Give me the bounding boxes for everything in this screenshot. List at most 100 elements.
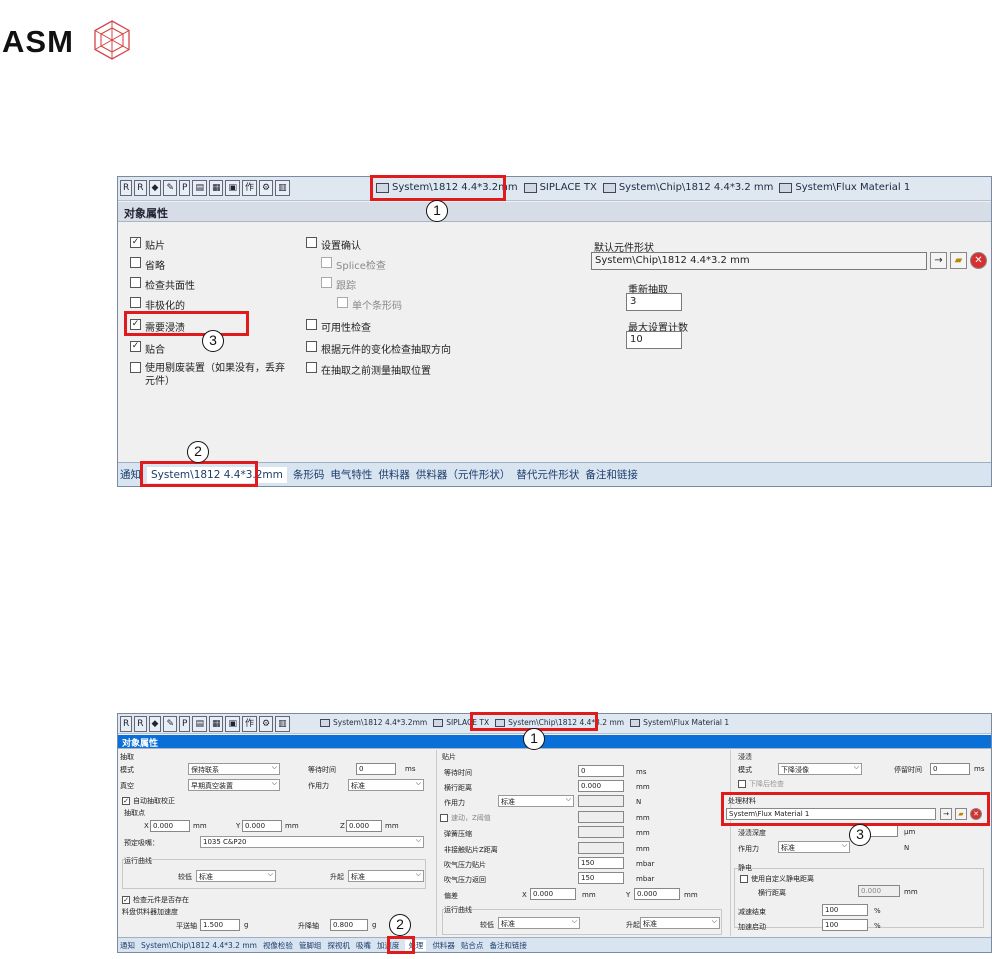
checkbox-non-polarized[interactable]: 非极化的 — [130, 297, 185, 312]
toolbar-icon-5[interactable]: P — [179, 180, 191, 196]
pick-mode-select[interactable]: 保持联系 — [188, 763, 280, 775]
default-shape-field[interactable]: System\Chip\1812 4.4*3.2 mm — [591, 252, 927, 270]
checkbox-tracking[interactable]: 跟踪 — [321, 277, 356, 292]
offset-x-input[interactable]: 0.000 — [530, 888, 576, 900]
checkbox-box[interactable] — [321, 277, 332, 288]
checkbox-box[interactable] — [440, 814, 448, 822]
checkbox-speed-z[interactable]: 速动，Z阈值 — [440, 813, 491, 823]
tab-flux-material[interactable]: System\Flux Material 1 — [630, 718, 729, 727]
toolbar-icon-11[interactable]: ▥ — [275, 180, 290, 196]
vacuum-select[interactable]: 早期真空装置 — [188, 779, 280, 791]
checkbox-place[interactable]: ✓ 贴片 — [130, 237, 165, 252]
place-wait-input[interactable]: 0 — [578, 765, 624, 777]
pick-raise-select[interactable]: 标准 — [348, 870, 424, 882]
checkbox-measure-pick[interactable]: 在抽取之前测量抽取位置 — [306, 362, 431, 377]
checkbox-box[interactable] — [306, 237, 317, 248]
dip-mode-select[interactable]: 下降浸像 — [778, 763, 862, 775]
tab-siplace[interactable]: SIPLACE TX — [523, 182, 597, 193]
tab-notify[interactable]: 通知 — [120, 467, 141, 482]
checkbox-check-after-dip[interactable]: 下降后检查 — [738, 779, 784, 789]
max-count-input[interactable]: 10 — [626, 331, 682, 349]
tab-alt-shape[interactable]: 替代元件形状 — [516, 467, 579, 482]
checkbox-box[interactable]: ✓ — [122, 797, 130, 805]
toolbar-icon-1[interactable]: R — [120, 180, 133, 196]
place-raise-select[interactable]: 标准 — [640, 917, 720, 929]
toolbar-icon-11[interactable]: ▥ — [275, 716, 290, 732]
checkbox-box[interactable] — [740, 875, 748, 883]
tab-flux-material[interactable]: System\Flux Material 1 — [779, 182, 910, 193]
dip-force-select[interactable]: 标准 — [778, 841, 850, 853]
checkbox-box[interactable]: ✓ — [130, 341, 141, 352]
toolbar-icon-3[interactable]: ◆ — [148, 716, 162, 732]
toolbar-icon-9[interactable]: 作 — [241, 716, 257, 732]
tab-feeder[interactable]: 供料器 — [432, 940, 455, 951]
checkbox-box[interactable] — [130, 257, 141, 268]
pick-wait-input[interactable]: 0 — [356, 763, 396, 775]
toolbar-icon-3[interactable]: ◆ — [148, 180, 162, 196]
pick-z-input[interactable]: 0.000 — [346, 820, 382, 832]
toolbar-icon-5[interactable]: P — [179, 716, 191, 732]
blow-place-input[interactable]: 150 — [578, 857, 624, 869]
checkbox-bond[interactable]: ✓ 贴合 — [130, 341, 165, 356]
checkbox-skip[interactable]: 省略 — [130, 257, 165, 272]
checkbox-availability[interactable]: 可用性检查 — [306, 319, 371, 334]
toolbar-icon-8[interactable]: ▣ — [225, 180, 240, 196]
offset-y-input[interactable]: 0.000 — [634, 888, 680, 900]
checkbox-box[interactable] — [130, 297, 141, 308]
blow-return-input[interactable]: 150 — [578, 872, 624, 884]
checkbox-auto-pick-correction[interactable]: ✓ 自动抽取校正 — [122, 796, 175, 806]
checkbox-pick-direction[interactable]: 根据元件的变化检查抽取方向 — [306, 341, 451, 356]
decel-input[interactable]: 100 — [822, 904, 868, 916]
checkbox-box[interactable] — [306, 341, 317, 352]
pick-y-input[interactable]: 0.000 — [242, 820, 282, 832]
tab-electrical[interactable]: 电气特性 — [330, 467, 372, 482]
accel-start-input[interactable]: 100 — [822, 919, 868, 931]
folder-open-icon[interactable]: ▰ — [950, 252, 967, 269]
pick-lower-select[interactable]: 标准 — [196, 870, 276, 882]
checkbox-box[interactable] — [130, 362, 141, 373]
lift-axis-input[interactable]: 0.800 — [330, 919, 368, 931]
checkbox-box[interactable]: ✓ — [122, 896, 130, 904]
tab-notify[interactable]: 通知 — [120, 940, 135, 951]
toolbar-icon-8[interactable]: ▣ — [225, 716, 240, 732]
tab-feeder-shape[interactable]: 供料器（元件形状） — [416, 467, 511, 482]
toolbar-icon-2[interactable]: R — [134, 716, 147, 732]
arrow-right-icon[interactable]: → — [930, 252, 947, 269]
toolbar-icon-4[interactable]: ✎ — [163, 180, 177, 196]
checkbox-box[interactable]: ✓ — [130, 237, 141, 248]
checkbox-box[interactable] — [337, 297, 348, 308]
checkbox-coplanarity[interactable]: 检查共面性 — [130, 277, 195, 292]
tab-notes-links[interactable]: 备注和链接 — [489, 940, 527, 951]
toolbar-icon-7[interactable]: ▦ — [208, 716, 224, 732]
delete-icon[interactable]: ✕ — [970, 252, 987, 269]
tab-barcode[interactable]: 条形码 — [293, 467, 325, 482]
static-dist-input[interactable]: 0.000 — [858, 885, 900, 897]
checkbox-box[interactable] — [306, 362, 317, 373]
toolbar-icon-10[interactable]: ⚙ — [259, 716, 274, 732]
flat-axis-input[interactable]: 1.500 — [200, 919, 240, 931]
checkbox-box[interactable] — [321, 257, 332, 268]
tab-pin-group[interactable]: 管脚组 — [299, 940, 322, 951]
place-dist-input[interactable]: 0.000 — [578, 780, 624, 792]
repick-input[interactable]: 3 — [626, 293, 682, 311]
checkbox-box[interactable] — [738, 780, 746, 788]
checkbox-check-presence[interactable]: ✓ 检查元件是否存在 — [122, 895, 189, 905]
toolbar-icon-10[interactable]: ⚙ — [259, 180, 274, 196]
toolbar-icon-1[interactable]: R — [120, 716, 133, 732]
toolbar-icon-6[interactable]: ▤ — [192, 180, 207, 196]
tab-chip-shape[interactable]: System\Chip\1812 4.4*3.2 mm — [602, 182, 773, 193]
checkbox-reject-device[interactable]: 使用剔废装置（如果没有，丢弃元件） — [130, 362, 290, 388]
place-lower-select[interactable]: 标准 — [498, 917, 580, 929]
toolbar-icon-2[interactable]: R — [134, 180, 147, 196]
toolbar-icon-4[interactable]: ✎ — [163, 716, 177, 732]
checkbox-box[interactable] — [130, 277, 141, 288]
tab-notes-links[interactable]: 备注和链接 — [585, 467, 638, 482]
dwell-input[interactable]: 0 — [930, 763, 970, 775]
tab-component[interactable]: System\1812 4.4*3.2mm — [320, 718, 427, 727]
tab-camera[interactable]: 探视机 — [327, 940, 350, 951]
tab-nozzle[interactable]: 吸嘴 — [356, 940, 371, 951]
nozzle-select[interactable]: 1035 C&P20 — [200, 836, 424, 848]
tab-feeder[interactable]: 供料器 — [378, 467, 410, 482]
pick-force-select[interactable]: 标准 — [348, 779, 424, 791]
pick-x-input[interactable]: 0.000 — [150, 820, 190, 832]
